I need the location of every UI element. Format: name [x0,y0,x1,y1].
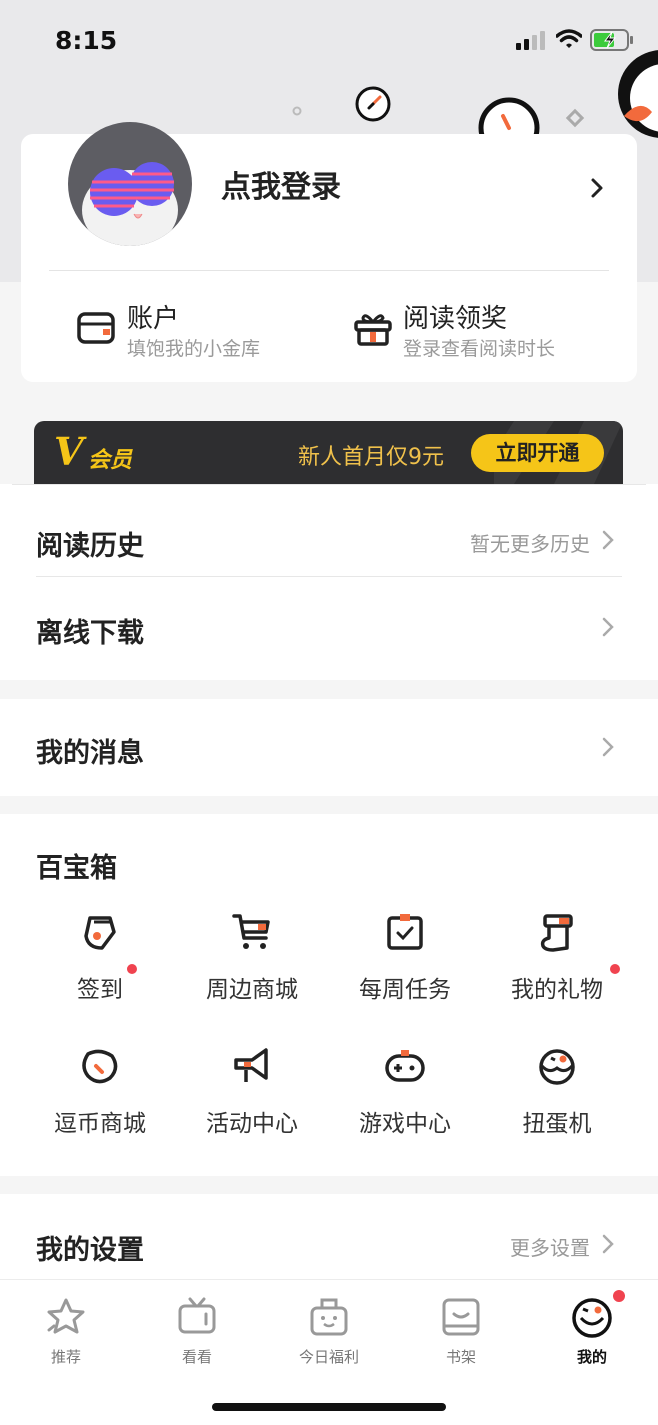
avatar[interactable] [68,122,192,246]
gift-sock-icon [540,914,573,952]
toolbox-item-label: 活动中心 [206,1111,298,1137]
notification-dot [613,1290,625,1302]
notification-dot [610,964,620,974]
decor-diamond [565,108,585,128]
vip-activate-button[interactable]: 立即开通 [471,434,604,472]
decor-clock-icon [478,97,540,136]
reading-reward-entry[interactable]: 阅读领奖 登录查看阅读时长 [353,296,593,360]
toolbox-item-label: 每周任务 [359,977,451,1003]
tab-label: 看看 [181,1348,212,1366]
tab-label: 推荐 [50,1348,81,1366]
cart-icon [232,914,270,949]
bookshelf-icon [442,1298,480,1336]
divider [36,576,622,577]
wifi-icon [556,29,582,48]
chevron-right-icon [602,1234,614,1254]
chevron-right-icon[interactable] [589,176,605,200]
toolbox-item-activity-center[interactable]: 活动中心 [176,1046,328,1156]
vip-promo-text: 新人首月仅9元 [298,445,444,470]
toolbox-item-gashapon[interactable]: 扭蛋机 [481,1046,633,1156]
chevron-right-icon [602,530,614,550]
gift-icon [354,314,392,346]
reading-history-row[interactable]: 阅读历史 暂无更多历史 [36,502,622,578]
tab-label: 书架 [445,1348,476,1366]
status-bar: 8:15 [0,0,658,80]
reading-history-hint: 暂无更多历史 [470,532,590,556]
tab-label: 今日福利 [298,1348,359,1366]
divider [49,270,609,271]
my-messages-row[interactable]: 我的消息 [36,709,622,785]
signal-icon [516,31,545,50]
settings-section: 我的设置 更多设置 [0,1194,658,1280]
my-settings-label: 我的设置 [36,1235,144,1266]
reading-reward-title: 阅读领奖 [403,304,508,334]
chevron-right-icon [602,737,614,757]
sign-in-icon [84,916,116,950]
coin-icon [82,1049,118,1084]
tab-watch[interactable]: 看看 [142,1292,252,1372]
toolbox-item-label: 我的礼物 [511,977,603,1003]
more-settings-hint: 更多设置 [510,1236,590,1260]
decor-clock-icon [355,86,391,122]
tab-bookshelf[interactable]: 书架 [406,1292,516,1372]
capsule-icon [539,1049,575,1085]
decor-dot [292,106,302,116]
profile-card[interactable]: 点我登录 账户 填饱我的小金库 阅读领奖 登录查看阅读时长 [21,122,637,382]
toolbox-item-label: 签到 [77,977,123,1003]
my-settings-row[interactable]: 我的设置 更多设置 [36,1206,622,1282]
tab-daily-benefits[interactable]: 今日福利 [274,1292,384,1372]
offline-download-row[interactable]: 离线下载 [36,589,622,665]
messages-section: 我的消息 [0,699,658,796]
gift-box-icon [310,1298,348,1336]
vip-label: 会员 [88,448,133,473]
mascot-icon [572,1298,612,1338]
notification-dot [127,964,137,974]
task-icon [387,914,423,950]
toolbox-item-my-gifts[interactable]: 我的礼物 [481,912,633,1022]
my-messages-label: 我的消息 [36,738,144,769]
toolbox-item-label: 游戏中心 [359,1111,451,1137]
tab-recommend[interactable]: 推荐 [11,1292,121,1372]
vip-logo: V [54,429,84,474]
tab-label: 我的 [576,1348,607,1366]
avatar-mascot-icon [82,162,178,246]
toolbox-item-merch-store[interactable]: 周边商城 [176,912,328,1022]
toolbox-item-weekly-tasks[interactable]: 每周任务 [329,912,481,1022]
account-entry[interactable]: 账户 填饱我的小金库 [77,296,297,360]
reading-reward-subtitle: 登录查看阅读时长 [403,338,556,360]
star-icon [47,1298,85,1334]
gamepad-icon [385,1050,425,1082]
toolbox-item-label: 周边商城 [206,977,298,1003]
divider [12,484,646,485]
toolbox-section: 百宝箱 签到 周边商城 每周任务 我的礼物 逗币商城 活动中心 游戏中心 扭蛋机 [0,814,658,1176]
wallet-icon [77,312,115,344]
decor-mascot [618,50,658,138]
reading-section: 阅读历史 暂无更多历史 离线下载 [0,484,658,680]
status-time: 8:15 [55,26,118,55]
account-subtitle: 填饱我的小金库 [127,338,261,360]
login-link[interactable]: 点我登录 [221,162,341,206]
reading-history-label: 阅读历史 [36,531,144,562]
account-title: 账户 [127,304,180,334]
chevron-right-icon [602,617,614,637]
offline-download-label: 离线下载 [36,618,144,649]
tv-icon [178,1297,216,1334]
vip-banner[interactable]: V 会员 新人首月仅9元 立即开通 [34,421,623,484]
toolbox-item-sign-in[interactable]: 签到 [24,912,176,1022]
megaphone-icon [234,1048,268,1082]
toolbox-title: 百宝箱 [36,853,117,884]
home-indicator [212,1403,446,1411]
toolbox-item-game-center[interactable]: 游戏中心 [329,1046,481,1156]
toolbox-item-label: 扭蛋机 [522,1111,592,1137]
toolbox-item-label: 逗币商城 [54,1111,146,1137]
tab-mine[interactable]: 我的 [537,1290,647,1372]
toolbox-item-coin-store[interactable]: 逗币商城 [24,1046,176,1156]
